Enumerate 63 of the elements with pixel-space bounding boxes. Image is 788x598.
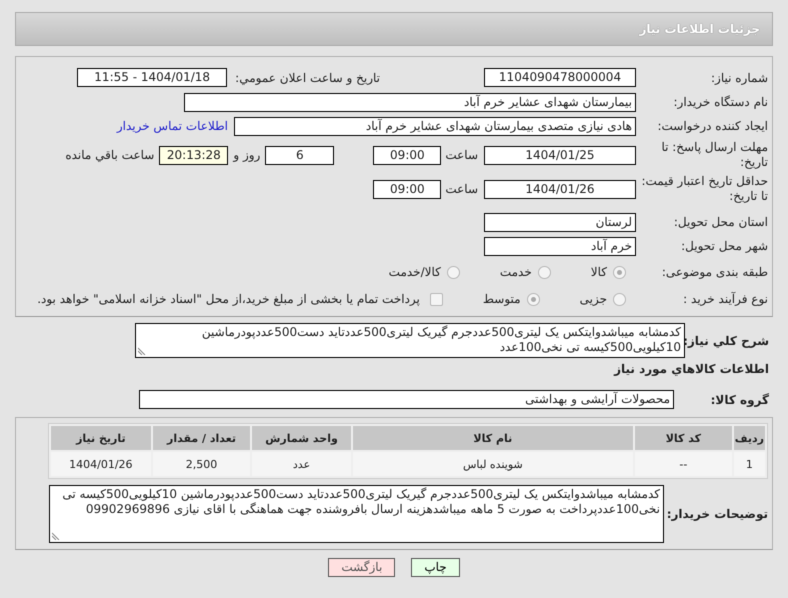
date-field[interactable]: 1404/01/26 bbox=[484, 180, 636, 198]
back-button[interactable]: بازگشت bbox=[328, 558, 396, 577]
field-label: طبقه بندی موضوعی: bbox=[660, 265, 768, 279]
goods-group-field[interactable]: محصولات آرایشی و بهداشتی bbox=[139, 390, 674, 409]
field-label: ساعت bbox=[445, 148, 478, 162]
resize-grip-icon[interactable] bbox=[138, 347, 146, 355]
field-label: شرح کلي نیاز: bbox=[685, 334, 769, 348]
column-header: تعداد / مقدار bbox=[152, 426, 250, 450]
time-field[interactable]: 09:00 bbox=[373, 146, 442, 164]
column-header: ردیف bbox=[734, 426, 765, 450]
description-field[interactable]: کدمشابه میباشدوایتکس یک لیتری500عددجرم گیریک لیتری500عددتاید دست500عددپودرماشین 10کیلویی500کیسه تی نخی100عدد bbox=[135, 323, 685, 358]
contact-link[interactable]: اطلاعات تماس خریدار bbox=[116, 119, 228, 133]
checkbox[interactable] bbox=[430, 292, 443, 306]
field-label: شماره نیاز: bbox=[710, 70, 768, 84]
option-label: خدمت bbox=[500, 265, 532, 279]
city-field[interactable]: خرم آباد bbox=[484, 236, 636, 256]
table-cell: 1 bbox=[734, 452, 765, 476]
buyer-notes-field[interactable]: کدمشابه میباشدوایتکس یک لیتری500عددجرم گیریک لیتری500عددتاید دست500عددپودرماشین 10کیلویی500کیسه تی نخی100عددپرداخت به صورت 5 ماهه میباشدهزینه ارسال بافروشنده جهت هماهنگی با اقای نیازی 09902969896 bbox=[49, 485, 664, 543]
time-field[interactable]: 09:00 bbox=[373, 180, 442, 198]
field-label: تاریخ و ساعت اعلان عمومي: bbox=[235, 70, 380, 84]
option-label: متوسط bbox=[482, 292, 521, 306]
field-label: نوع فرآیند خرید : bbox=[682, 292, 768, 306]
option-label: جزیی bbox=[580, 292, 607, 306]
table-cell: -- bbox=[634, 452, 732, 476]
print-button[interactable]: چاپ bbox=[411, 558, 460, 577]
column-header: نام کالا bbox=[352, 426, 633, 450]
option-label: کالا/خدمت bbox=[388, 265, 441, 279]
requester-field[interactable]: هادی نیازی متصدی بیمارستان شهدای عشایر خرم آباد bbox=[234, 116, 636, 136]
field-label: گروه کالا: bbox=[710, 392, 769, 406]
field-label: ایجاد کننده درخواست: bbox=[656, 119, 768, 133]
table-cell: 1404/01/26 bbox=[51, 452, 151, 476]
radio-button[interactable] bbox=[538, 266, 551, 278]
radio-button[interactable] bbox=[526, 292, 540, 306]
option-label: کالا bbox=[590, 265, 607, 279]
column-header: تاریخ نیاز bbox=[51, 426, 151, 450]
field-label: نام دستگاه خریدار: bbox=[672, 95, 768, 109]
date-field[interactable]: 1404/01/25 bbox=[484, 146, 636, 164]
countdown-field[interactable]: 20:13:28 bbox=[159, 146, 228, 164]
field-label: روز و bbox=[233, 148, 260, 162]
announce-date-field[interactable]: 1404/01/18 - 11:55 bbox=[77, 68, 228, 87]
need-number-field[interactable]: 1104090478000004 bbox=[484, 68, 636, 87]
radio-button[interactable] bbox=[613, 266, 626, 278]
field-label: ساعت باقي مانده bbox=[65, 148, 154, 162]
column-header: کد کالا bbox=[634, 426, 732, 450]
section-title: اطلاعات کالاهاي مورد نیاز bbox=[612, 362, 769, 376]
radio-button[interactable] bbox=[446, 266, 460, 278]
province-field[interactable]: لرستان bbox=[484, 212, 636, 232]
radio-button[interactable] bbox=[613, 292, 626, 306]
days-field[interactable]: 6 bbox=[265, 146, 334, 164]
checkbox-label: پرداخت تمام یا بخشی از مبلغ خرید،از محل "اسناد خزانه اسلامی" خواهد بود. bbox=[37, 292, 420, 306]
table-cell: شوینده لباس bbox=[352, 452, 633, 476]
resize-grip-icon[interactable] bbox=[52, 532, 60, 540]
field-label: حداقل تاریخ اعتبار قیمت: تا تاریخ: bbox=[640, 174, 768, 204]
field-label: استان محل تحویل: bbox=[672, 215, 768, 229]
column-header: واحد شمارش bbox=[252, 426, 351, 450]
buyer-org-field[interactable]: بیمارستان شهدای عشایر خرم آباد bbox=[184, 92, 636, 112]
page-header: جزئیات اطلاعات نیاز bbox=[15, 12, 773, 46]
field-label: شهر محل تحویل: bbox=[680, 239, 768, 253]
field-label: توضیحات خریدار: bbox=[666, 507, 768, 521]
table-cell: عدد bbox=[252, 452, 351, 476]
field-label: مهلت ارسال پاسخ: تا تاریخ: bbox=[660, 140, 768, 170]
field-label: ساعت bbox=[445, 182, 478, 196]
table-cell: 2,500 bbox=[152, 452, 250, 476]
